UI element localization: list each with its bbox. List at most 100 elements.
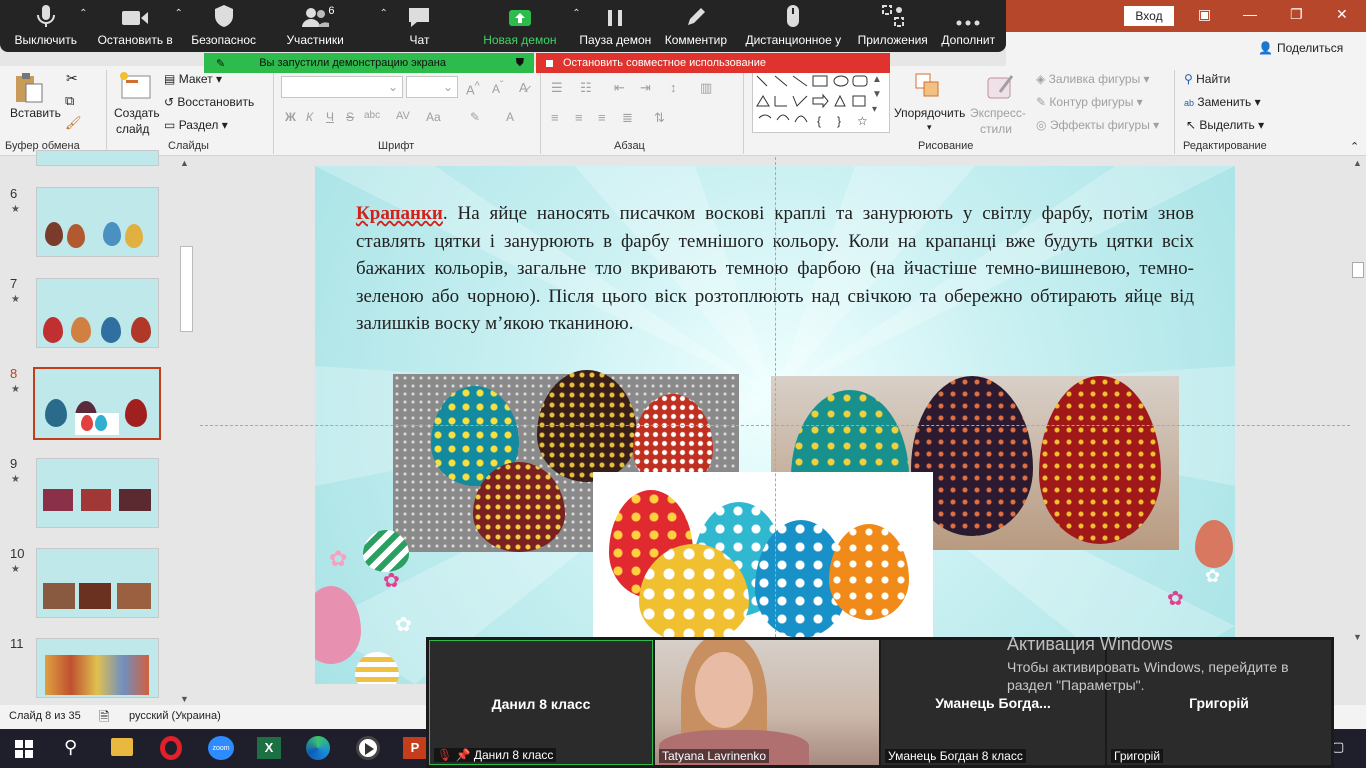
maximize-icon[interactable]: ❐: [1290, 6, 1303, 23]
slide-thumbnail[interactable]: [36, 638, 159, 698]
spellcheck-icon[interactable]: 🗎: [99, 708, 109, 730]
text-direction-icon[interactable]: ⇅: [654, 110, 665, 126]
scroll-down-icon[interactable]: ▼: [180, 694, 189, 704]
shape-outline-button[interactable]: ✎ Контур фигуры ▾: [1036, 95, 1143, 109]
layout-button[interactable]: ▤ Макет ▾: [164, 72, 222, 86]
copy-icon[interactable]: ⧉: [65, 93, 74, 109]
find-button[interactable]: ⚲ Найти: [1184, 72, 1230, 86]
chevron-down-icon[interactable]: ▾: [927, 122, 932, 133]
justify-icon[interactable]: ≣: [622, 110, 633, 126]
outdent-icon[interactable]: ⇥: [640, 80, 651, 96]
paste-icon[interactable]: [10, 72, 46, 107]
close-icon[interactable]: ✕: [1336, 6, 1348, 23]
new-slide-icon[interactable]: [118, 70, 154, 105]
align-center-icon[interactable]: ≡: [575, 110, 583, 125]
shapes-gallery[interactable]: {} ☆: [752, 71, 890, 133]
scrollbar-thumb[interactable]: [1352, 262, 1364, 278]
slide-scrollbar[interactable]: ▲ ▼: [1350, 158, 1366, 648]
section-button[interactable]: ▭ Раздел ▾: [164, 118, 228, 132]
new-slide-button[interactable]: Создать: [114, 106, 160, 120]
numbering-icon[interactable]: ☷: [580, 80, 592, 96]
new-share-button[interactable]: Новая демон ⌃: [477, 0, 580, 52]
powerpoint-icon[interactable]: P: [403, 737, 427, 759]
slide-thumbnail[interactable]: [36, 458, 159, 528]
slide-thumbnail[interactable]: [36, 548, 159, 618]
scroll-down-icon[interactable]: ▼: [1353, 632, 1362, 642]
gallery-scroll[interactable]: ▲ ▼ ▾: [872, 72, 882, 117]
horizontal-guide[interactable]: [200, 425, 1350, 426]
zoom-app-icon[interactable]: zoom: [208, 736, 234, 760]
remote-control-button[interactable]: Дистанционное у: [732, 0, 855, 52]
minimize-icon[interactable]: —: [1243, 6, 1257, 22]
increase-font-icon[interactable]: A^: [466, 80, 480, 97]
collapse-ribbon-icon[interactable]: ⌃: [1350, 140, 1359, 153]
login-button[interactable]: Вход: [1124, 6, 1174, 26]
file-explorer-icon[interactable]: [111, 738, 133, 756]
scrollbar-thumb[interactable]: [180, 246, 193, 332]
vertical-guide[interactable]: [775, 157, 776, 637]
slide-thumbnail-selected[interactable]: [33, 367, 161, 440]
char-spacing-button[interactable]: AV: [396, 110, 410, 122]
chat-button[interactable]: Чат: [362, 0, 477, 52]
strikethrough-button[interactable]: S: [346, 110, 354, 124]
security-button[interactable]: Безопаснос: [179, 0, 268, 52]
more-button[interactable]: Дополнит: [930, 0, 1006, 52]
language-status[interactable]: русский (Украина): [129, 710, 221, 722]
stop-video-button[interactable]: Остановить в ⌃: [91, 0, 183, 52]
shape-fill-button[interactable]: ◈ Заливка фигуры ▾: [1036, 72, 1150, 86]
bold-button[interactable]: Ж: [285, 110, 296, 124]
highlight-icon[interactable]: ✎: [470, 110, 480, 124]
cut-icon[interactable]: ✂: [66, 70, 78, 87]
slide-thumbnail[interactable]: [36, 187, 159, 257]
share-button[interactable]: 👤 Поделиться: [1258, 41, 1343, 55]
shape-effects-button[interactable]: ◎ Эффекты фигуры ▾: [1036, 118, 1159, 132]
apps-button[interactable]: Приложения: [855, 0, 931, 52]
mute-button[interactable]: Выключить ⌃: [0, 0, 91, 52]
media-player-icon[interactable]: [356, 736, 380, 760]
quick-styles-button-line2[interactable]: стили: [980, 122, 1012, 136]
align-left-icon[interactable]: ≡: [551, 110, 559, 125]
columns-icon[interactable]: ▥: [700, 80, 712, 96]
clear-format-icon[interactable]: A̷: [519, 80, 528, 95]
slide-thumbnail[interactable]: [36, 150, 159, 166]
line-spacing-icon[interactable]: ↕: [670, 80, 677, 95]
scroll-up-icon[interactable]: ▲: [180, 158, 189, 168]
indent-icon[interactable]: ⇤: [614, 80, 625, 96]
quick-styles-button[interactable]: Экспресс-: [970, 106, 1026, 120]
arrange-icon[interactable]: [914, 72, 946, 105]
replace-button[interactable]: ab Заменить ▾: [1184, 95, 1261, 109]
participants-button[interactable]: Участники 6 ⌃: [268, 0, 387, 52]
edge-icon[interactable]: [306, 736, 330, 760]
opera-icon[interactable]: [160, 736, 182, 760]
align-right-icon[interactable]: ≡: [598, 110, 606, 125]
search-icon[interactable]: ⚲: [64, 737, 77, 758]
italic-button[interactable]: К: [306, 110, 313, 124]
video-tile[interactable]: Данил 8 класс 🎙 📌 Данил 8 класс: [429, 640, 653, 765]
slide-thumbnail[interactable]: [36, 278, 159, 348]
shadow-button[interactable]: abc: [364, 110, 380, 121]
windows-start-icon[interactable]: [15, 740, 33, 761]
chevron-up-icon[interactable]: ⌃: [79, 8, 87, 19]
annotate-button[interactable]: Комментир: [660, 0, 732, 52]
font-size-select[interactable]: ⌄: [406, 76, 458, 98]
pause-share-button[interactable]: Пауза демон: [571, 0, 660, 52]
underline-button[interactable]: Ч: [326, 110, 334, 124]
decrease-font-icon[interactable]: Aˇ: [492, 80, 503, 96]
font-color-button[interactable]: A: [506, 110, 514, 124]
video-tile[interactable]: Tatyana Lavrinenko: [655, 640, 879, 765]
thumbnail-scrollbar[interactable]: ▲ ▼: [179, 158, 194, 704]
excel-icon[interactable]: X: [257, 737, 281, 759]
new-slide-button-line2[interactable]: слайд: [116, 122, 149, 136]
ribbon-display-icon[interactable]: ▣: [1198, 6, 1211, 23]
arrange-button[interactable]: Упорядочить: [894, 106, 965, 120]
paste-button[interactable]: Вставить: [10, 106, 61, 120]
bullets-icon[interactable]: ☰: [551, 80, 563, 96]
select-button[interactable]: ↖ Выделить ▾: [1186, 118, 1264, 132]
change-case-button[interactable]: Aa: [426, 110, 441, 124]
format-painter-icon[interactable]: 🖌: [65, 115, 82, 131]
quick-styles-icon[interactable]: [986, 72, 1016, 105]
scroll-up-icon[interactable]: ▲: [1353, 158, 1362, 168]
stop-sharing-button[interactable]: Остановить совместное использование: [536, 53, 890, 73]
font-name-select[interactable]: ⌄: [281, 76, 403, 98]
reset-button[interactable]: ↺ Восстановить: [164, 95, 254, 109]
